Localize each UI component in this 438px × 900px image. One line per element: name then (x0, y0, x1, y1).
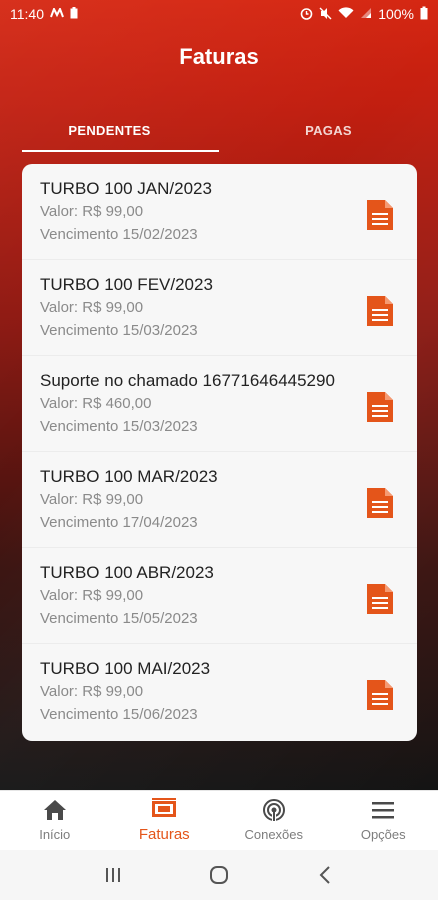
document-icon[interactable] (367, 680, 393, 710)
invoice-list: TURBO 100 JAN/2023 Valor: R$ 99,00 Venci… (22, 164, 417, 741)
invoice-item[interactable]: TURBO 100 JAN/2023 Valor: R$ 99,00 Venci… (22, 164, 417, 260)
status-left: 11:40 (10, 6, 78, 22)
invoice-due-date: Vencimento 15/03/2023 (40, 418, 198, 435)
nav-label: Conexões (244, 827, 304, 842)
wifi-icon (338, 7, 354, 21)
nav-label: Faturas (138, 826, 190, 843)
page-title: Faturas (179, 44, 259, 69)
invoice-title: TURBO 100 MAI/2023 (40, 659, 211, 678)
invoice-title: Suporte no chamado 16771646445290 (40, 371, 335, 390)
document-icon[interactable] (367, 296, 393, 326)
app-header: Faturas (0, 28, 438, 86)
invoice-item[interactable]: TURBO 100 ABR/2023 Valor: R$ 99,00 Venci… (22, 548, 417, 644)
home-button[interactable] (204, 860, 234, 890)
nav-conexoes[interactable]: Conexões (219, 791, 329, 850)
signal-icon (360, 7, 372, 21)
document-icon[interactable] (367, 200, 393, 230)
battery-percent: 100% (378, 6, 414, 22)
invoice-item[interactable]: Suporte no chamado 16771646445290 Valor:… (22, 356, 417, 452)
nav-label: Início (39, 827, 71, 842)
invoice-value: Valor: R$ 99,00 (40, 491, 144, 508)
invoice-icon (152, 798, 177, 817)
status-right: 100% (300, 6, 428, 22)
system-navigation-bar (0, 850, 438, 900)
nav-inicio[interactable]: Início (0, 791, 110, 850)
invoice-value: Valor: R$ 99,00 (40, 587, 144, 604)
home-icon (43, 800, 66, 820)
nav-label: Opções (360, 827, 406, 842)
invoice-tabs: PENDENTES PAGAS (0, 108, 438, 152)
mute-icon (319, 7, 332, 22)
invoice-item[interactable]: TURBO 100 MAR/2023 Valor: R$ 99,00 Venci… (22, 452, 417, 548)
invoice-due-date: Vencimento 15/05/2023 (40, 610, 198, 627)
invoice-title: TURBO 100 JAN/2023 (40, 179, 212, 198)
invoice-due-date: Vencimento 15/06/2023 (40, 706, 198, 723)
battery-icon (420, 6, 428, 22)
nav-faturas[interactable]: Faturas (110, 791, 220, 850)
bottom-navigation: Início Faturas Conexões Opções (0, 790, 438, 850)
menu-icon (372, 802, 395, 819)
nav-opcoes[interactable]: Opções (329, 791, 438, 850)
back-button[interactable] (310, 860, 340, 890)
invoice-due-date: Vencimento 17/04/2023 (40, 514, 198, 531)
invoice-due-date: Vencimento 15/02/2023 (40, 226, 198, 243)
alarm-icon (300, 7, 313, 22)
invoice-item[interactable]: TURBO 100 MAI/2023 Valor: R$ 99,00 Venci… (22, 644, 417, 740)
tab-pendentes[interactable]: PENDENTES (0, 108, 219, 152)
tab-pagas[interactable]: PAGAS (219, 108, 438, 152)
invoice-value: Valor: R$ 99,00 (40, 203, 144, 220)
recent-apps-button[interactable] (98, 860, 128, 890)
invoice-value: Valor: R$ 460,00 (40, 395, 152, 412)
m-logo-icon (50, 6, 64, 20)
invoice-title: TURBO 100 FEV/2023 (40, 275, 213, 294)
battery-saver-icon (70, 7, 78, 21)
invoice-value: Valor: R$ 99,00 (40, 683, 144, 700)
invoice-title: TURBO 100 MAR/2023 (40, 467, 218, 486)
invoice-item[interactable]: TURBO 100 FEV/2023 Valor: R$ 99,00 Venci… (22, 260, 417, 356)
status-time: 11:40 (10, 6, 44, 22)
connection-icon (262, 799, 285, 821)
invoice-due-date: Vencimento 15/03/2023 (40, 322, 198, 339)
document-icon[interactable] (367, 392, 393, 422)
document-icon[interactable] (367, 584, 393, 614)
status-bar: 11:40 100% (0, 0, 438, 28)
invoice-title: TURBO 100 ABR/2023 (40, 563, 214, 582)
document-icon[interactable] (367, 488, 393, 518)
invoice-value: Valor: R$ 99,00 (40, 299, 144, 316)
